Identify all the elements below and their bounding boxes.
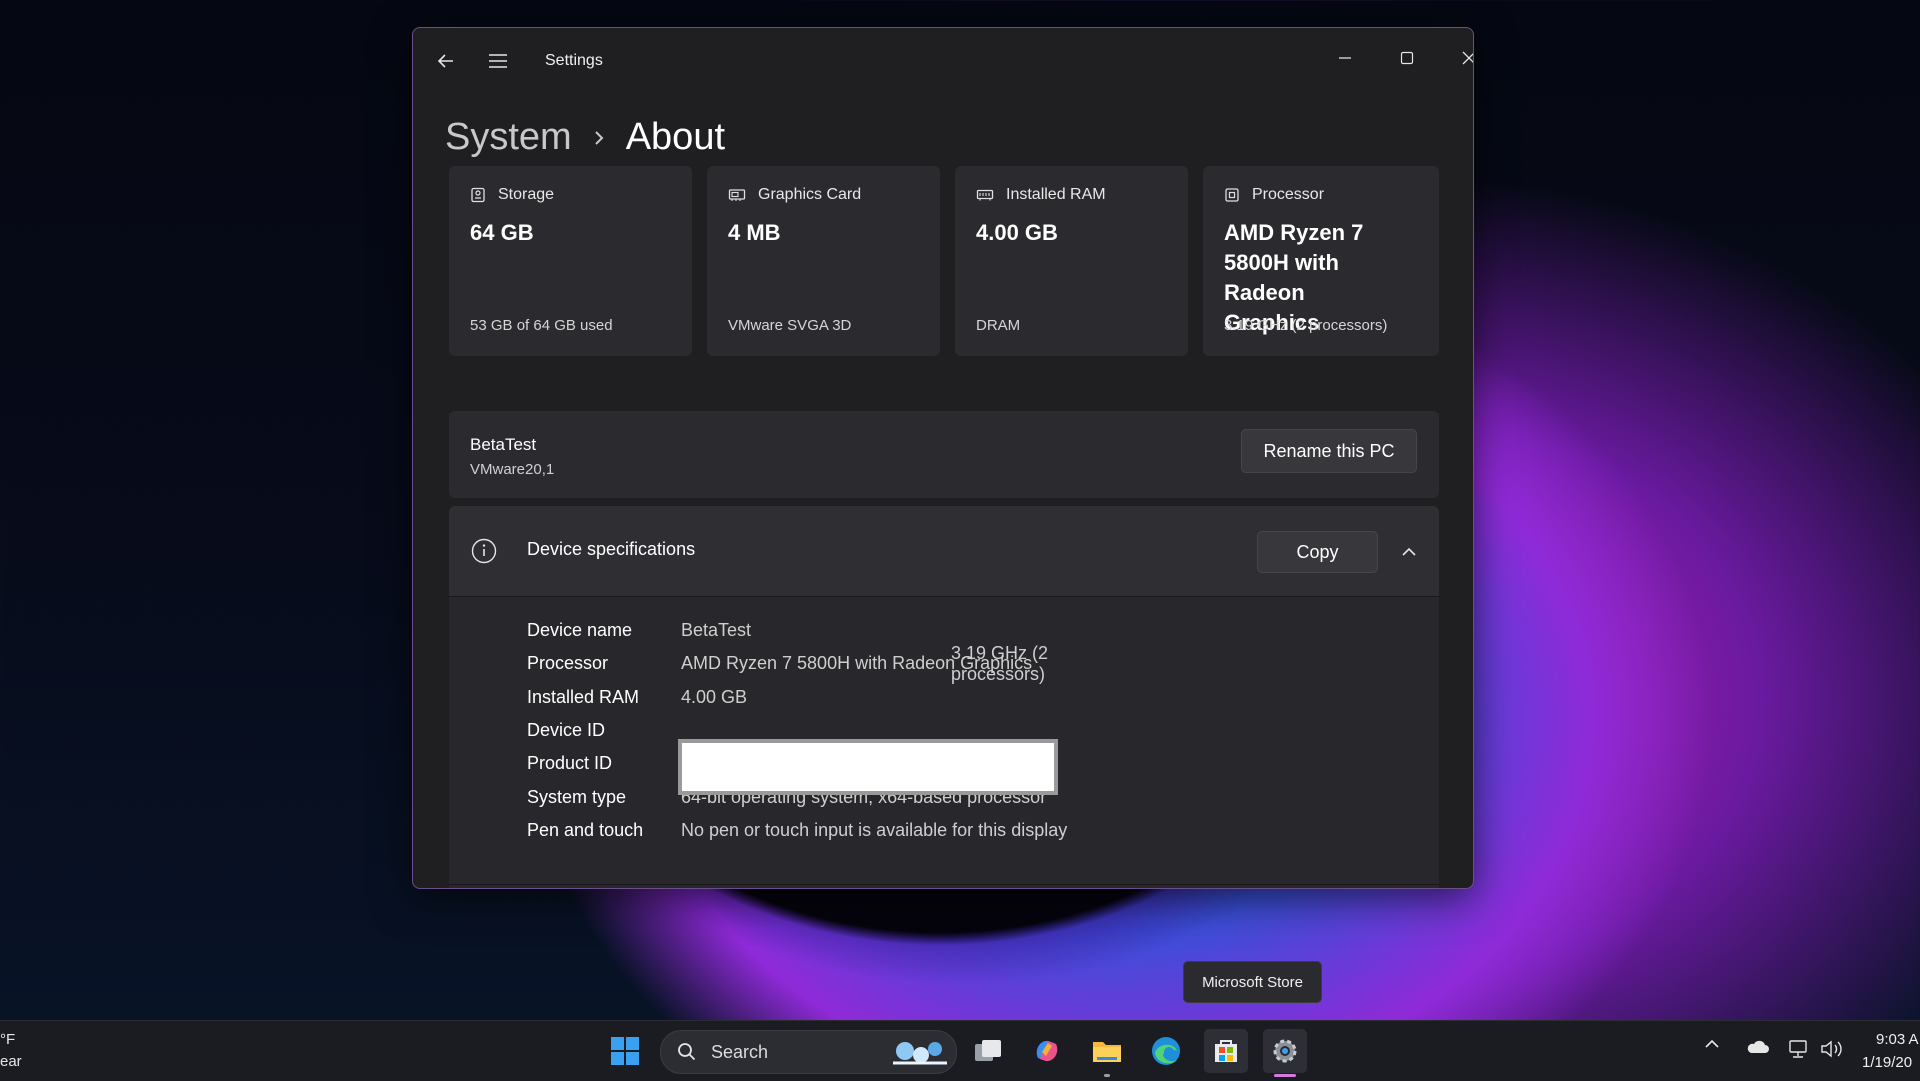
task-view-button[interactable] (968, 1031, 1008, 1071)
spec-label: Pen and touch (527, 819, 644, 840)
spec-row-pen-and-touch: Pen and touch No pen or touch input is a… (527, 814, 1067, 847)
clock-date[interactable]: 1/19/20 (1862, 1054, 1912, 1071)
task-view-icon (975, 1040, 1001, 1061)
section-divider (449, 884, 1439, 885)
spec-label: Installed RAM (527, 686, 640, 707)
windows-logo-icon (611, 1037, 639, 1065)
spec-cards: Storage 64 GB 53 GB of 64 GB used Graphi… (449, 166, 1439, 356)
maximize-icon (1400, 51, 1414, 65)
spec-label: Device ID (527, 720, 606, 741)
spec-value: BetaTest (681, 620, 752, 641)
installed-ram-card[interactable]: Installed RAM 4.00 GB DRAM (955, 166, 1188, 356)
search-icon (678, 1043, 696, 1061)
card-subtext: 3.19 GHz (2 processors) (1224, 317, 1388, 334)
spec-extra: 3.19 GHz (2 processors) (951, 642, 1049, 684)
volume-button[interactable] (1817, 1039, 1847, 1059)
device-specifications-panel: Device specifications Copy Device name B… (449, 506, 1439, 888)
weather-description[interactable]: ear (0, 1053, 22, 1070)
spec-row-installed-ram: Installed RAM 4.00 GB (527, 681, 1067, 714)
onedrive-button[interactable] (1742, 1039, 1772, 1055)
rename-pc-button[interactable]: Rename this PC (1241, 429, 1417, 473)
folder-icon (1093, 1042, 1121, 1062)
weather-temperature[interactable]: °F (0, 1031, 15, 1048)
graphics-card-icon (728, 189, 746, 201)
taskbar-search[interactable]: Search (660, 1030, 957, 1074)
active-app-indicator (1274, 1074, 1296, 1077)
title-bar: Settings (413, 28, 1473, 88)
breadcrumb: System About (445, 116, 725, 159)
spec-row-processor: Processor AMD Ryzen 7 5800H with Radeon … (527, 643, 1067, 684)
pc-name-panel: BetaTest VMware20,1 Rename this PC (449, 411, 1439, 498)
pc-model: VMware20,1 (470, 461, 555, 478)
card-value: 4 MB (728, 220, 781, 245)
edge-button[interactable] (1146, 1031, 1186, 1071)
back-button[interactable] (429, 44, 463, 78)
search-highlight-icon (893, 1042, 947, 1065)
card-label: Installed RAM (1006, 186, 1106, 203)
back-arrow-icon (437, 54, 453, 68)
collapse-button[interactable] (1393, 536, 1425, 568)
copilot-icon (1036, 1040, 1058, 1062)
settings-window: Settings System About Storage 64 GB 53 G… (412, 27, 1474, 889)
card-label: Storage (498, 186, 555, 203)
hamburger-icon (489, 54, 507, 68)
speaker-icon (1821, 1040, 1842, 1058)
cloud-icon (1747, 1040, 1769, 1053)
ram-icon (976, 189, 994, 201)
card-subtext: DRAM (976, 317, 1021, 334)
device-specifications-header[interactable]: Device specifications Copy (449, 506, 1439, 597)
copilot-button[interactable] (1027, 1031, 1067, 1071)
spec-value: No pen or touch input is available for t… (681, 819, 1068, 840)
chevron-up-icon (1402, 547, 1416, 556)
processor-icon (1225, 188, 1239, 202)
storage-card[interactable]: Storage 64 GB 53 GB of 64 GB used (449, 166, 692, 356)
copy-button[interactable]: Copy (1257, 531, 1378, 573)
storage-icon (471, 187, 485, 203)
info-icon (471, 538, 497, 564)
redaction-box (678, 739, 1058, 795)
close-icon (1462, 51, 1473, 65)
card-label: Graphics Card (758, 186, 862, 203)
search-placeholder: Search (711, 1042, 769, 1062)
spec-value: 4.00 GB (681, 686, 748, 707)
gear-icon (1273, 1039, 1297, 1063)
pc-name: BetaTest (470, 435, 537, 454)
page-title: About (625, 116, 726, 158)
spec-label: Device name (527, 620, 633, 641)
chevron-up-icon (1705, 1039, 1719, 1048)
close-button[interactable] (1441, 38, 1473, 78)
microsoft-store-icon (1215, 1040, 1237, 1062)
network-icon (1789, 1040, 1807, 1058)
network-button[interactable] (1784, 1039, 1812, 1059)
card-label: Processor (1252, 186, 1325, 203)
edge-browser-icon (1152, 1037, 1180, 1065)
spec-label: System type (527, 786, 627, 807)
app-title: Settings (545, 52, 603, 69)
card-value: 4.00 GB (976, 220, 1058, 245)
chevron-right-icon (592, 128, 606, 148)
microsoft-store-tooltip: Microsoft Store (1183, 961, 1322, 1003)
processor-card[interactable]: Processor AMD Ryzen 7 5800H with Radeon … (1203, 166, 1439, 356)
spec-rows: Device name BetaTest Processor AMD Ryzen… (527, 614, 1067, 847)
start-button[interactable] (605, 1031, 645, 1071)
maximize-button[interactable] (1379, 38, 1435, 78)
microsoft-store-button[interactable] (1204, 1029, 1248, 1073)
running-indicator (1104, 1074, 1110, 1077)
settings-taskbar-button[interactable] (1263, 1029, 1307, 1073)
menu-button[interactable] (481, 44, 515, 78)
card-subtext: 53 GB of 64 GB used (470, 317, 613, 334)
breadcrumb-system[interactable]: System (445, 116, 572, 159)
card-subtext: VMware SVGA 3D (728, 317, 852, 334)
spec-label: Processor (527, 653, 609, 674)
section-title: Device specifications (527, 539, 696, 559)
spec-label: Product ID (527, 753, 613, 774)
minimize-icon (1339, 57, 1351, 59)
card-value: 64 GB (470, 220, 534, 245)
minimize-button[interactable] (1317, 38, 1373, 78)
show-hidden-icons-button[interactable] (1700, 1039, 1724, 1049)
graphics-card-card[interactable]: Graphics Card 4 MB VMware SVGA 3D (707, 166, 940, 356)
taskbar: °F ear Search 9:03 A 1/19/20 (0, 1020, 1920, 1081)
file-explorer-button[interactable] (1087, 1031, 1127, 1071)
clock-time[interactable]: 9:03 A (1876, 1031, 1919, 1048)
